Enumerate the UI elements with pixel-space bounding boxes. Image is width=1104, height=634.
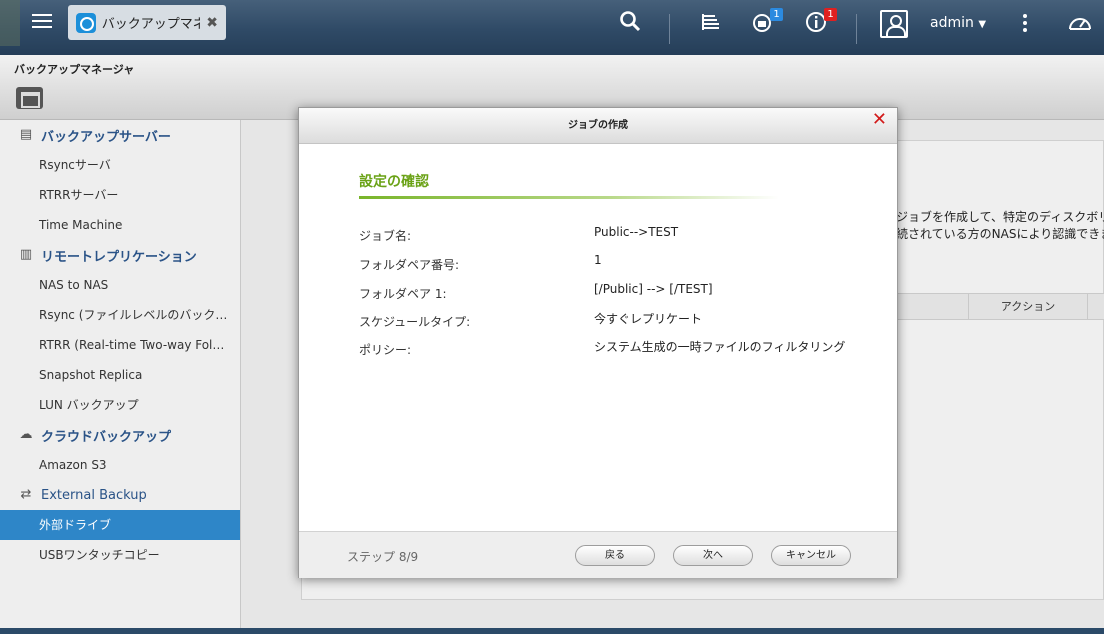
dialog-footer: ステップ 8/9 戻る 次へ キャンセル: [299, 531, 897, 578]
sidebar-item-rtrr-server[interactable]: RTRRサーバー: [0, 180, 240, 210]
background-tasks-icon[interactable]: [695, 10, 725, 38]
toggle-panel-icon[interactable]: [16, 87, 43, 109]
sidebar-item-time-machine[interactable]: Time Machine: [0, 210, 240, 240]
summary-label-folder-pair-count: フォルダペア番号:: [359, 258, 460, 272]
main-menu-button[interactable]: [28, 10, 56, 36]
cloud-icon: ☁: [19, 427, 33, 442]
description-text-line-1: ジョブを作成して、特定のディスクボリュー: [896, 210, 1104, 224]
event-notification-icon[interactable]: 1: [801, 8, 837, 38]
summary-value-schedule-type: 今すぐレプリケート: [594, 312, 703, 326]
sidebar-group-label: リモートレプリケーション: [41, 249, 197, 265]
replication-icon: ▥: [19, 247, 33, 262]
sidebar-item-amazon-s3[interactable]: Amazon S3: [0, 450, 240, 480]
summary-value-folder-pair-1: [/Public] --> [/TEST]: [594, 282, 713, 296]
section-underline: [359, 196, 779, 199]
create-job-dialog: ジョブの作成 ✕ 設定の確認 ジョブ名: Public-->TEST フォルダペ…: [298, 107, 898, 578]
cancel-button[interactable]: キャンセル: [771, 545, 851, 566]
sidebar-item-rtrr[interactable]: RTRR (Real-time Two-way Folder Replicati…: [0, 330, 240, 360]
sidebar-item-nas-to-nas[interactable]: NAS to NAS: [0, 270, 240, 300]
description-text-line-2: 続されている方のNASにより認識できます: [896, 227, 1104, 241]
backup-status-badge: 1: [770, 8, 783, 21]
sidebar-group-label: クラウドバックアップ: [41, 429, 172, 445]
sidebar-group-cloud-backup[interactable]: ☁ クラウドバックアップ: [18, 420, 172, 450]
user-menu[interactable]: admin ▼: [930, 15, 986, 31]
summary-value-policy: システム生成の一時ファイルのフィルタリング: [594, 340, 846, 354]
server-icon: ▤: [19, 127, 33, 142]
dialog-title: ジョブの作成: [568, 120, 628, 131]
sidebar-group-label: バックアップサーバー: [41, 129, 171, 145]
summary-value-folder-pair-count: 1: [594, 253, 602, 267]
taskbar-left-strip: [0, 0, 20, 46]
sidebar-item-external-drive[interactable]: 外部ドライブ: [0, 510, 240, 540]
event-notification-badge: 1: [824, 8, 837, 21]
back-button[interactable]: 戻る: [575, 545, 655, 566]
summary-value-job-name: Public-->TEST: [594, 225, 679, 239]
sidebar-item-lun-backup[interactable]: LUN バックアップ: [0, 390, 240, 420]
sidebar-item-usb-one-touch-copy[interactable]: USBワンタッチコピー: [0, 540, 240, 570]
top-taskbar: バックアップマネ… ✖ 1 1 admin ▼: [0, 0, 1104, 55]
app-tab-title: バックアップマネ…: [101, 17, 201, 32]
user-name-label: admin: [930, 15, 974, 31]
sidebar: ▤ バックアップサーバー Rsyncサーバ RTRRサーバー Time Mach…: [0, 120, 241, 634]
backup-status-icon[interactable]: 1: [747, 8, 783, 38]
sidebar-group-label: External Backup: [41, 487, 147, 503]
sidebar-group-external-backup[interactable]: ⇄ External Backup: [18, 480, 147, 510]
chevron-down-icon: ▼: [978, 19, 987, 30]
summary-label-policy: ポリシー:: [359, 343, 412, 357]
dashboard-gauge-icon[interactable]: [1065, 10, 1095, 38]
app-tab-backup-manager[interactable]: バックアップマネ… ✖: [68, 5, 226, 40]
user-avatar-icon[interactable]: [880, 10, 908, 38]
dialog-header: ジョブの作成 ✕: [299, 108, 897, 144]
summary-label-schedule-type: スケジュールタイプ:: [359, 315, 471, 329]
taskbar-divider: [856, 14, 857, 44]
app-title: バックアップマネージャ: [14, 63, 135, 76]
table-header-action[interactable]: アクション: [968, 293, 1088, 320]
close-icon[interactable]: ✕: [872, 110, 887, 130]
search-icon[interactable]: [615, 10, 645, 38]
step-indicator: ステップ 8/9: [347, 550, 419, 564]
sidebar-group-backup-server[interactable]: ▤ バックアップサーバー: [18, 120, 171, 150]
next-button[interactable]: 次へ: [673, 545, 753, 566]
sync-icon: ⇄: [20, 487, 32, 502]
app-tab-close-icon[interactable]: ✖: [206, 15, 218, 31]
bottom-bar: [0, 628, 1104, 634]
sidebar-item-snapshot-replica[interactable]: Snapshot Replica: [0, 360, 240, 390]
taskbar-divider: [669, 14, 670, 44]
more-options-icon[interactable]: [1020, 12, 1030, 36]
sidebar-item-rsync-file-level[interactable]: Rsync (ファイルレベルのバックアップ): [0, 300, 240, 330]
backup-manager-app-icon: [76, 12, 96, 33]
summary-label-folder-pair-1: フォルダペア 1:: [359, 287, 447, 301]
sidebar-group-remote-replication[interactable]: ▥ リモートレプリケーション: [18, 240, 197, 270]
summary-label-job-name: ジョブ名:: [359, 229, 412, 243]
sidebar-item-rsync-server[interactable]: Rsyncサーバ: [0, 150, 240, 180]
section-title: 設定の確認: [359, 174, 429, 190]
